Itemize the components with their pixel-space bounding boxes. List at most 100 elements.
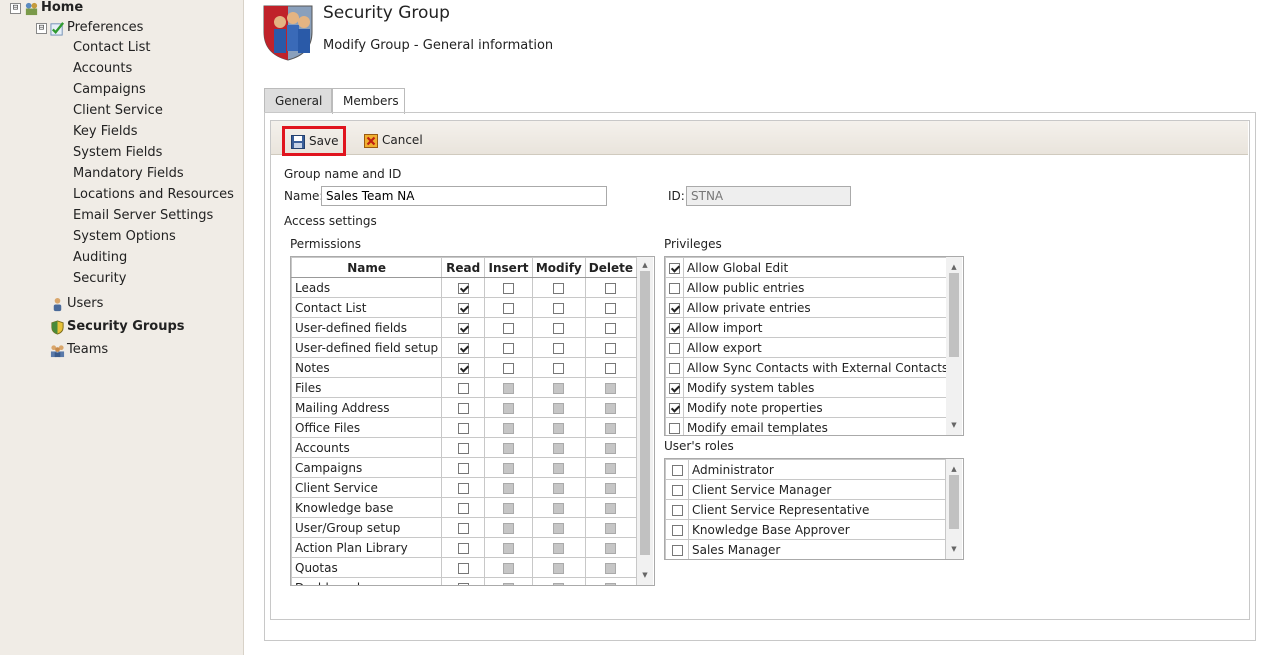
checkbox-modify[interactable] [553,342,565,354]
checkbox-delete[interactable] [605,342,617,354]
checkbox-read[interactable] [457,582,469,585]
save-button[interactable]: Save [282,126,346,156]
checkbox[interactable] [669,422,680,434]
list-item[interactable]: Modify note properties [665,397,953,418]
checkbox-delete[interactable] [605,362,617,374]
checkbox[interactable] [671,544,683,556]
tree-item-security-groups[interactable]: Security Groups [50,317,185,337]
checkbox[interactable] [671,504,683,516]
checkbox[interactable] [669,322,680,334]
permission-name: Client Service [291,477,443,498]
checkbox[interactable] [669,362,680,374]
list-item[interactable]: Allow import [665,317,953,338]
checkbox[interactable] [669,402,680,414]
tab-general[interactable]: General [264,88,332,113]
list-item[interactable]: Allow private entries [665,297,953,318]
checkbox-delete[interactable] [605,302,617,314]
permissions-scrollbar[interactable]: ▲ ▼ [637,257,653,585]
sidebar-item-email-server-settings[interactable]: Email Server Settings [73,206,213,226]
roles-scrollbar[interactable]: ▲ ▼ [946,459,962,559]
sidebar-item-client-service[interactable]: Client Service [73,101,163,121]
checkbox-read[interactable] [457,482,469,494]
sidebar-item-system-options[interactable]: System Options [73,227,176,247]
cancel-button[interactable]: Cancel [364,128,423,152]
scroll-up-icon[interactable]: ▲ [637,259,653,271]
list-item[interactable]: Client Service Representative [665,499,946,520]
permission-cell-delete [584,297,638,318]
checkbox[interactable] [669,382,680,394]
checkbox-delete[interactable] [605,322,617,334]
sidebar-item-locations-and-resources[interactable]: Locations and Resources [73,185,234,205]
scrollbar-thumb[interactable] [949,475,959,529]
checkbox-read[interactable] [457,502,469,514]
checkbox-delete[interactable] [605,282,617,294]
checkbox-read[interactable] [457,362,469,374]
checkbox-read[interactable] [457,302,469,314]
checkbox-read[interactable] [457,282,469,294]
tree-item-preferences[interactable]: ⊟ Preferences [36,18,143,38]
list-item[interactable]: Allow public entries [665,277,953,298]
list-item[interactable]: Allow Global Edit [665,257,953,278]
collapse-icon[interactable]: ⊟ [36,22,47,34]
sidebar-item-key-fields[interactable]: Key Fields [73,122,137,142]
checkbox-read[interactable] [457,442,469,454]
checkbox-read[interactable] [457,422,469,434]
checkbox[interactable] [671,524,683,536]
checkbox-modify[interactable] [553,362,565,374]
checkbox-insert[interactable] [503,362,514,374]
scroll-down-icon[interactable]: ▼ [637,569,653,581]
checkbox-read[interactable] [457,382,469,394]
sidebar-item-system-fields[interactable]: System Fields [73,143,162,163]
tree-item-home[interactable]: ⊟ Home [10,0,83,18]
list-item[interactable]: Administrator [665,459,946,480]
sidebar-item-contact-list[interactable]: Contact List [73,38,150,58]
scroll-down-icon[interactable]: ▼ [946,543,962,555]
checkbox-read[interactable] [457,402,469,414]
checkbox-read[interactable] [457,462,469,474]
checkbox[interactable] [671,464,683,476]
checkbox-read[interactable] [457,542,469,554]
checkbox-insert[interactable] [503,342,514,354]
checkbox-modify[interactable] [553,282,565,294]
permission-cell-delete [584,517,638,538]
checkbox-insert[interactable] [503,282,514,294]
tree-item-users[interactable]: Users [50,294,103,314]
list-item[interactable]: Sales Manager [665,539,946,559]
permission-cell-insert [484,297,533,318]
list-item[interactable]: Modify system tables [665,377,953,398]
scrollbar-thumb[interactable] [640,271,650,555]
sidebar-item-mandatory-fields[interactable]: Mandatory Fields [73,164,184,184]
sidebar-item-campaigns[interactable]: Campaigns [73,80,146,100]
checkbox-modify[interactable] [553,302,565,314]
checkbox[interactable] [669,282,680,294]
checkbox-read[interactable] [457,322,469,334]
sidebar-item-auditing[interactable]: Auditing [73,248,127,268]
list-item[interactable]: Modify email templates [665,417,953,435]
checkbox[interactable] [669,262,680,274]
checkbox-insert[interactable] [503,302,514,314]
checkbox-modify[interactable] [553,322,565,334]
collapse-icon[interactable]: ⊟ [10,2,21,14]
sidebar-item-security[interactable]: Security [73,269,126,289]
scroll-up-icon[interactable]: ▲ [946,463,962,475]
name-input[interactable] [321,186,607,206]
checkbox[interactable] [669,302,680,314]
scroll-up-icon[interactable]: ▲ [946,261,962,273]
list-item[interactable]: Knowledge Base Approver [665,519,946,540]
checkbox[interactable] [671,484,683,496]
tree-item-teams[interactable]: Teams [50,340,108,360]
privileges-scrollbar[interactable]: ▲ ▼ [946,257,962,435]
checkbox-modify [553,442,565,454]
checkbox-insert[interactable] [503,322,514,334]
checkbox-read[interactable] [457,342,469,354]
sidebar-item-accounts[interactable]: Accounts [73,59,132,79]
scrollbar-thumb[interactable] [949,273,959,357]
list-item[interactable]: Allow export [665,337,953,358]
list-item[interactable]: Allow Sync Contacts with External Contac… [665,357,953,378]
scroll-down-icon[interactable]: ▼ [946,419,962,431]
checkbox-read[interactable] [457,522,469,534]
tab-members[interactable]: Members [332,88,405,114]
list-item[interactable]: Client Service Manager [665,479,946,500]
checkbox-read[interactable] [457,562,469,574]
checkbox[interactable] [669,342,680,354]
